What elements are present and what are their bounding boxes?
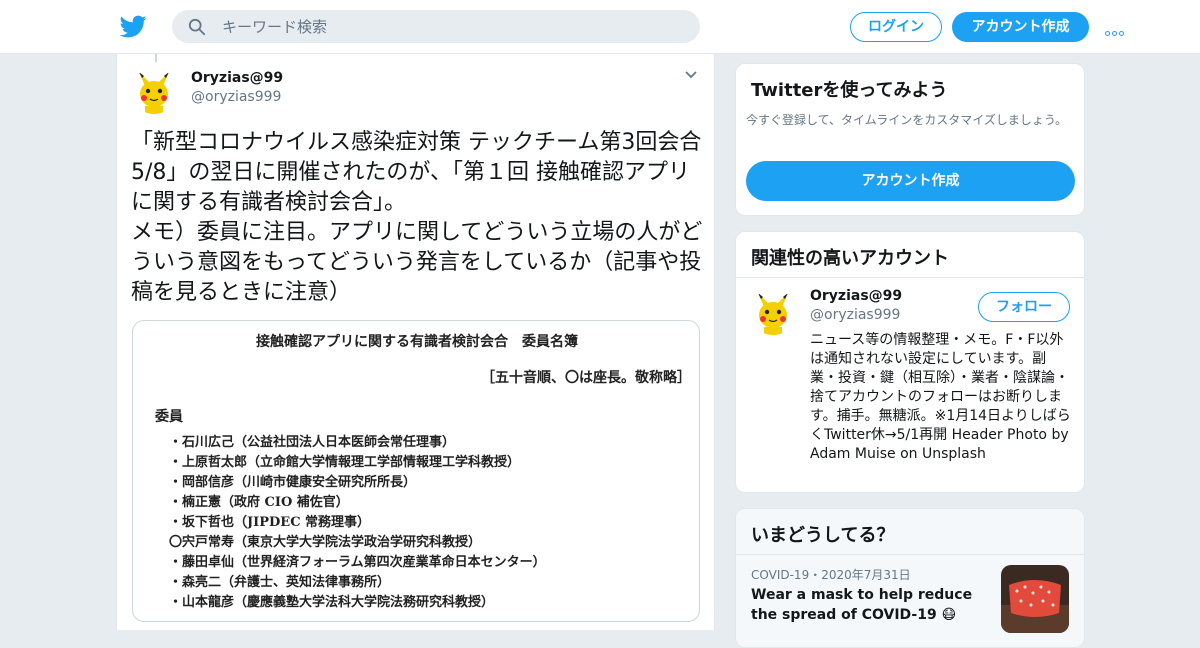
signup-card-description: 今すぐ登録して、タイムラインをカスタマイズしましょう。 — [746, 113, 1068, 127]
related-account-name[interactable]: Oryzias@99 — [810, 288, 902, 304]
search-input[interactable] — [222, 10, 682, 43]
pikachu-avatar-icon — [131, 68, 177, 114]
more-options-icon[interactable] — [1105, 21, 1131, 36]
member-list-item: ・坂下哲也（JIPDEC 常務理事） — [169, 515, 371, 530]
tweet-panel: Oryzias@99 @oryzias999 「新型コロナウイルス感染症対策 テ… — [116, 54, 715, 630]
divider — [736, 554, 1084, 555]
member-list-item: ・岡部信彦（川崎市健康安全研究所所長） — [169, 475, 417, 490]
related-accounts-card: 関連性の高いアカウント Oryzias@99 @oryzias999 フォロー … — [735, 231, 1085, 493]
search-bar[interactable] — [172, 10, 700, 43]
author-avatar[interactable] — [131, 68, 177, 114]
related-accounts-title: 関連性の高いアカウント — [751, 248, 949, 269]
tweet-text: 「新型コロナウイルス感染症対策 テックチーム第3回会合5/8」の翌日に開催された… — [131, 130, 703, 305]
face-mask-image-icon — [1001, 565, 1069, 633]
member-list-item: 〇宍戸常寿（東京大学大学院法学政治学研究科教授） — [169, 535, 482, 550]
tweet-author-handle[interactable]: @oryzias999 — [191, 89, 281, 105]
member-list-item: ・楠正憲（政府 CIO 補佐官） — [169, 495, 349, 510]
tweet-author-name[interactable]: Oryzias@99 — [191, 70, 283, 86]
tweet-attached-image[interactable]: 接触確認アプリに関する有識者検討会合 委員名簿 ［五十音順、〇は座長。敬称略］ … — [132, 320, 700, 622]
trend-meta: COVID-19・2020年7月31日 — [751, 568, 911, 582]
chevron-down-icon[interactable] — [684, 70, 698, 80]
related-account-handle[interactable]: @oryzias999 — [810, 307, 900, 323]
member-list-item: ・藤田卓仙（世界経済フォーラム第四次産業革命日本センター） — [169, 555, 546, 570]
follow-button[interactable]: フォロー — [978, 292, 1070, 322]
member-list-item: ・上原哲太郎（立命館大学情報理工学部情報理工学科教授） — [169, 455, 521, 470]
image-document-heading: 委員 — [155, 409, 183, 425]
member-list-item: ・石川広己（公益社団法人日本医師会常任理事） — [169, 435, 456, 450]
related-account-bio: ニュース等の情報整理・メモ。F・F以外は通知されない設定にしています。副業・投資… — [810, 332, 1071, 462]
member-list-item: ・山本龍彦（慶應義塾大学法科大学院法務研究科教授） — [169, 595, 495, 610]
twitter-bird-icon[interactable] — [120, 13, 147, 40]
top-navigation-bar: ログイン アカウント作成 — [0, 0, 1200, 54]
search-icon — [188, 18, 206, 36]
whats-happening-title: いまどうしてる？ — [751, 525, 895, 546]
signup-card-title: Twitterを使ってみよう — [751, 80, 948, 101]
trend-thumbnail[interactable] — [1001, 565, 1069, 633]
image-document-note: ［五十音順、〇は座長。敬称略］ — [481, 370, 691, 386]
thread-connector-line — [155, 54, 157, 62]
whats-happening-card: いまどうしてる？ COVID-19・2020年7月31日 Wear a mask… — [735, 508, 1085, 648]
image-document-title: 接触確認アプリに関する有識者検討会合 委員名簿 — [256, 334, 578, 350]
member-list: ・石川広己（公益社団法人日本医師会常任理事） ・上原哲太郎（立命館大学情報理工学… — [169, 433, 546, 613]
signup-button[interactable]: アカウント作成 — [952, 12, 1089, 42]
signup-prompt-card: Twitterを使ってみよう 今すぐ登録して、タイムラインをカスタマイズしましょ… — [735, 63, 1085, 216]
related-account-avatar[interactable] — [750, 289, 796, 335]
login-button[interactable]: ログイン — [850, 12, 942, 42]
trend-headline-link[interactable]: Wear a mask to help reduce the spread of… — [751, 585, 981, 625]
pikachu-avatar-icon — [750, 289, 796, 335]
create-account-button[interactable]: アカウント作成 — [746, 161, 1075, 201]
divider — [736, 277, 1084, 278]
member-list-item: ・森亮二（弁護士、英知法律事務所） — [169, 575, 391, 590]
